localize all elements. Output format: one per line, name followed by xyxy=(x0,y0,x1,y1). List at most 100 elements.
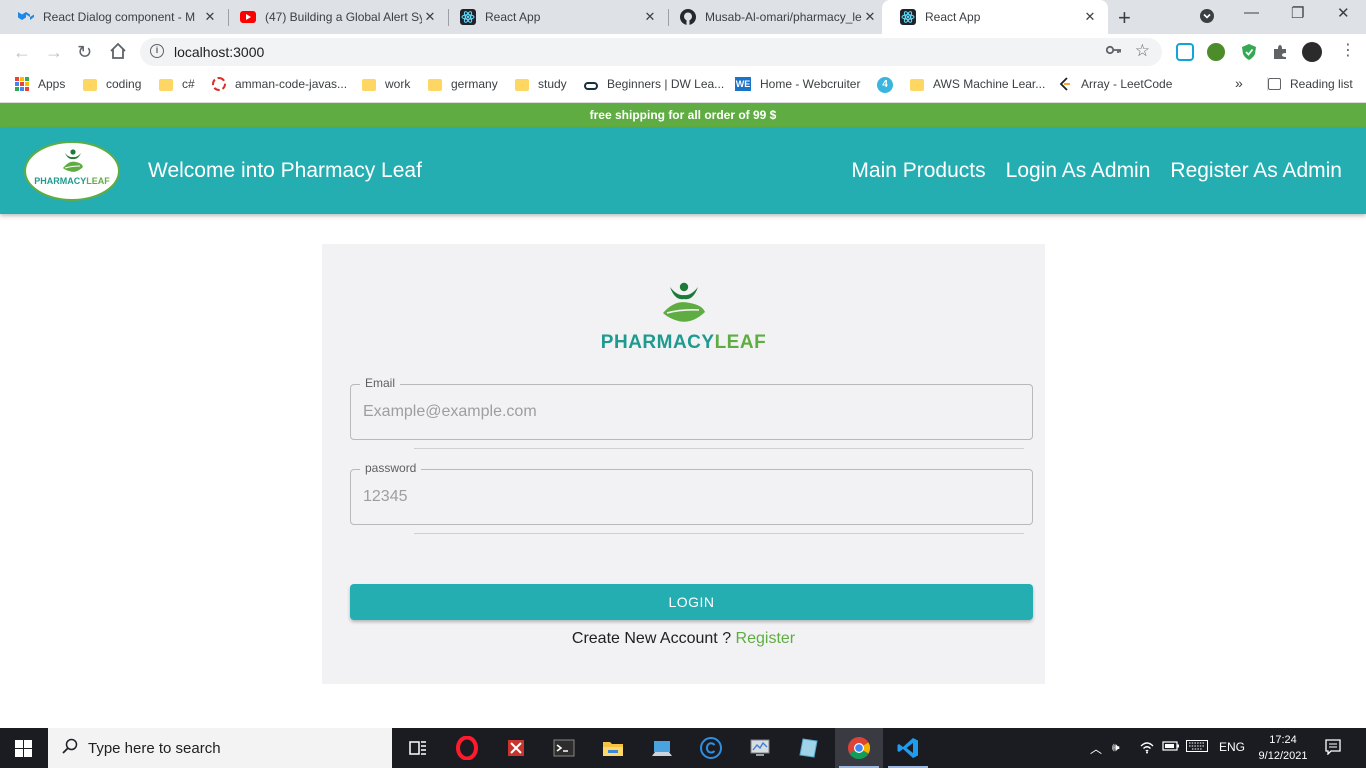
browser-tab-active[interactable]: React App ✕ xyxy=(882,0,1108,34)
app-icon-red[interactable] xyxy=(504,736,528,760)
we-icon: WE xyxy=(735,77,751,91)
search-icon xyxy=(62,738,78,759)
logo-part1: PHARMACY xyxy=(34,176,87,186)
bookmark-apps[interactable]: Apps xyxy=(15,77,65,91)
bookmark-label: AWS Machine Lear... xyxy=(933,77,1046,91)
task-view-icon[interactable] xyxy=(406,736,430,760)
close-tab-icon[interactable]: ✕ xyxy=(1082,9,1098,25)
extension-globe-icon[interactable] xyxy=(1207,43,1225,61)
file-explorer-icon[interactable] xyxy=(601,736,625,760)
extension-shield-icon[interactable] xyxy=(1240,43,1258,61)
terminal-icon[interactable] xyxy=(552,736,576,760)
folder-icon xyxy=(362,78,376,91)
extension-translate-icon[interactable] xyxy=(1176,43,1194,61)
url-text[interactable]: localhost:3000 xyxy=(174,44,264,60)
taskbar-clock[interactable]: 17:24 9/12/2021 xyxy=(1248,732,1318,764)
back-button[interactable]: ← xyxy=(13,42,31,63)
tab-search-icon[interactable] xyxy=(1199,8,1215,28)
email-field[interactable]: Email xyxy=(350,376,1033,440)
restore-button[interactable]: ❐ xyxy=(1291,4,1304,22)
nav-main-products[interactable]: Main Products xyxy=(851,159,985,183)
bookmark-folder[interactable]: c# xyxy=(159,77,195,91)
browser-tab[interactable]: React Dialog component - M ✕ xyxy=(0,0,228,34)
bookmark-label: germany xyxy=(451,77,498,91)
copyright-app-icon[interactable] xyxy=(699,736,723,760)
close-tab-icon[interactable]: ✕ xyxy=(862,9,878,25)
computer-icon[interactable] xyxy=(650,736,674,760)
forward-button[interactable]: → xyxy=(45,42,63,63)
browser-tab[interactable]: Musab-Al-omari/pharmacy_le ✕ xyxy=(662,0,888,34)
bookmark-label: Beginners | DW Lea... xyxy=(607,77,725,91)
bookmark-folder[interactable]: coding xyxy=(83,77,141,91)
register-prompt: Create New Account ? Register xyxy=(322,630,1045,648)
battery-icon[interactable] xyxy=(1162,740,1180,755)
close-tab-icon[interactable]: ✕ xyxy=(642,9,658,25)
address-bar[interactable]: i localhost:3000 ☆ xyxy=(140,38,1162,66)
close-tab-icon[interactable]: ✕ xyxy=(202,9,218,25)
leaf-person-icon xyxy=(662,282,705,322)
circle-four-icon: 4 xyxy=(877,77,893,93)
vscode-icon[interactable] xyxy=(896,736,920,760)
tray-chevron-up-icon[interactable]: ︿ xyxy=(1090,740,1102,757)
reading-list-button[interactable]: Reading list xyxy=(1267,77,1353,91)
opera-icon[interactable] xyxy=(455,735,479,761)
bookmark-link[interactable]: amman-code-javas... xyxy=(212,77,347,91)
bookmark-folder[interactable]: work xyxy=(362,77,410,91)
bookmark-label: Array - LeetCode xyxy=(1081,77,1173,91)
bookmark-star-icon[interactable]: ☆ xyxy=(1135,41,1150,61)
logo-part1: PHARMACY xyxy=(600,332,715,353)
nav-login-admin[interactable]: Login As Admin xyxy=(1006,159,1151,183)
password-field[interactable]: password xyxy=(350,461,1033,525)
bookmark-link[interactable]: Array - LeetCode xyxy=(1058,77,1172,91)
card-wordmark: PHARMACYLEAF xyxy=(322,332,1045,354)
tab-title: (47) Building a Global Alert Sy xyxy=(265,10,422,24)
notes-app-icon[interactable] xyxy=(797,736,821,760)
volume-icon[interactable]: 🕪 xyxy=(1112,740,1120,755)
bookmark-link[interactable]: Beginners | DW Lea... xyxy=(584,77,724,91)
register-link[interactable]: Register xyxy=(736,630,796,647)
language-indicator[interactable]: ENG xyxy=(1219,740,1245,754)
reading-list-icon xyxy=(1268,78,1281,90)
folder-icon xyxy=(910,78,924,91)
browser-tab[interactable]: (47) Building a Global Alert Sy ✕ xyxy=(222,0,448,34)
bookmark-link[interactable]: WE Home - Webcruiter xyxy=(735,77,860,91)
chrome-icon[interactable] xyxy=(847,736,871,760)
tab-title: Musab-Al-omari/pharmacy_le xyxy=(705,10,862,24)
key-icon[interactable] xyxy=(1105,43,1122,58)
password-input[interactable] xyxy=(363,470,1023,524)
browser-tab[interactable]: React App ✕ xyxy=(442,0,668,34)
nav-register-admin[interactable]: Register As Admin xyxy=(1170,159,1342,183)
browser-menu-icon[interactable]: ⋮ xyxy=(1340,40,1356,60)
bookmark-label: c# xyxy=(182,77,195,91)
bookmark-folder[interactable]: germany xyxy=(428,77,498,91)
field-divider xyxy=(414,533,1024,534)
site-info-icon[interactable]: i xyxy=(150,44,164,58)
login-button[interactable]: LOGIN xyxy=(350,584,1033,620)
extensions-puzzle-icon[interactable] xyxy=(1271,43,1289,61)
wifi-icon[interactable] xyxy=(1139,740,1155,757)
clock-date: 9/12/2021 xyxy=(1258,750,1308,762)
reading-list-label: Reading list xyxy=(1290,77,1353,91)
keyboard-icon[interactable] xyxy=(1186,740,1208,755)
reload-button[interactable]: ↻ xyxy=(77,42,92,63)
email-input[interactable] xyxy=(363,385,1023,439)
close-tab-icon[interactable]: ✕ xyxy=(422,9,438,25)
home-button[interactable] xyxy=(109,42,127,65)
windows-start-icon[interactable] xyxy=(15,740,32,757)
react-icon xyxy=(460,9,476,25)
profile-avatar[interactable] xyxy=(1302,42,1322,62)
bookmark-link[interactable]: 4 xyxy=(877,77,902,93)
minimize-button[interactable]: — xyxy=(1244,4,1259,21)
bookmark-folder[interactable]: AWS Machine Lear... xyxy=(910,77,1045,91)
new-tab-button[interactable]: + xyxy=(1118,5,1131,31)
more-bookmarks-button[interactable]: » xyxy=(1235,75,1243,91)
bookmark-label: work xyxy=(385,77,411,91)
close-window-button[interactable]: ✕ xyxy=(1337,4,1350,22)
monitor-app-icon[interactable] xyxy=(748,736,772,760)
notifications-icon[interactable] xyxy=(1325,739,1341,758)
logo-part2: LEAF xyxy=(86,176,110,186)
taskbar-search[interactable]: Type here to search xyxy=(48,728,392,768)
register-prompt-text: Create New Account ? xyxy=(571,630,736,647)
bookmark-folder[interactable]: study xyxy=(515,77,567,91)
site-logo[interactable]: PHARMACYLEAF xyxy=(24,141,120,201)
